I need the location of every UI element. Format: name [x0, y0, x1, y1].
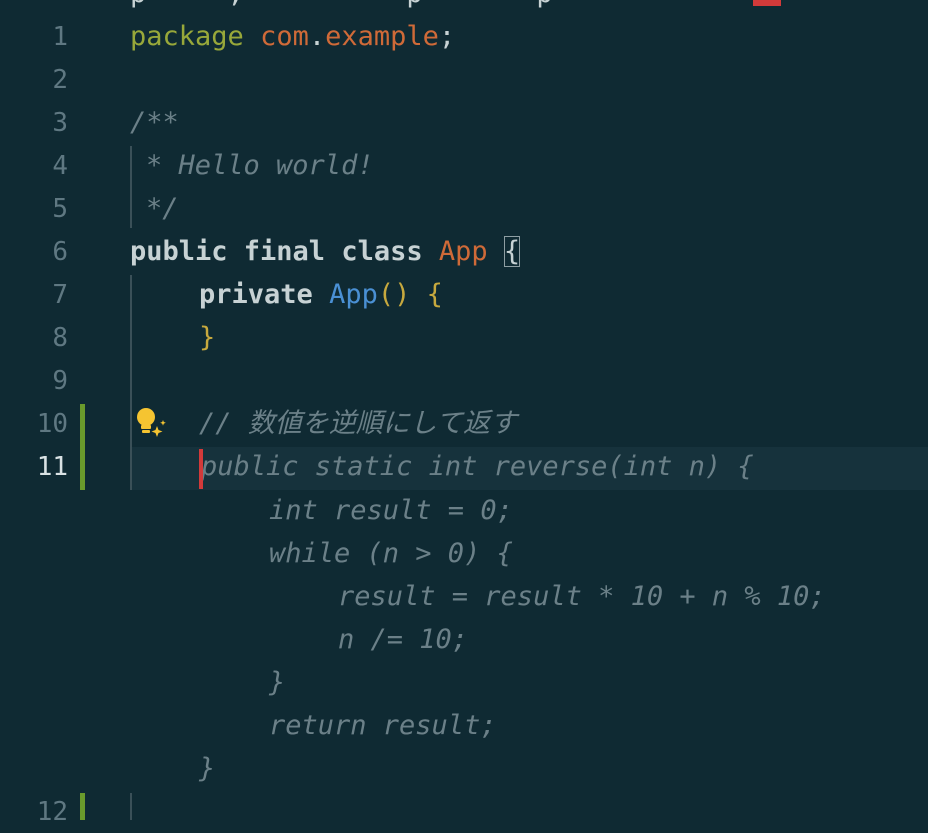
scrolled-off-line: p , p p	[130, 0, 601, 10]
code-text: package com.example;	[130, 21, 456, 52]
line-number: 4	[52, 151, 68, 181]
code-text: */	[146, 193, 179, 224]
line-number: 12	[36, 797, 68, 827]
code-text: public final class App {	[130, 236, 521, 267]
code-line-active[interactable]: 11 public static int reverse(int n) {	[0, 445, 928, 488]
line-number: 1	[52, 22, 68, 52]
code-line[interactable]: 2	[0, 58, 928, 101]
line-number: 9	[52, 366, 68, 396]
code-text: /**	[130, 107, 179, 138]
code-line[interactable]: 8 }	[0, 316, 928, 359]
code-line[interactable]: 9	[0, 359, 928, 402]
inline-suggestion[interactable]: n /= 10;	[338, 624, 468, 656]
text-cursor	[199, 449, 203, 489]
line-number: 2	[52, 65, 68, 95]
code-line[interactable]: 6 public final class App {	[0, 230, 928, 273]
line-number: 11	[36, 452, 68, 482]
code-text: private App() {	[199, 279, 443, 310]
code-line[interactable]: 1 package com.example;	[0, 15, 928, 58]
inline-suggestion[interactable]: }	[199, 753, 215, 785]
code-editor[interactable]: p , p p 1 package com.example; 2 3 /** 4…	[0, 0, 928, 827]
inline-suggestion[interactable]: }	[269, 667, 285, 699]
code-line[interactable]: 4 * Hello world!	[0, 144, 928, 187]
lightbulb-sparkle-icon[interactable]	[134, 406, 168, 440]
code-text: }	[199, 322, 216, 353]
line-number: 7	[52, 280, 68, 310]
inline-suggestion[interactable]: return result;	[269, 710, 497, 742]
code-comment: // 数値を逆順にして返す	[199, 408, 517, 439]
error-marker	[753, 0, 781, 6]
inline-suggestion[interactable]: public static int reverse(int n) {	[201, 451, 754, 483]
inline-suggestion[interactable]: result = result * 10 + n % 10;	[338, 581, 826, 613]
line-number: 5	[52, 194, 68, 224]
inline-suggestion[interactable]: while (n > 0) {	[269, 538, 513, 570]
inline-suggestion[interactable]: int result = 0;	[269, 495, 513, 527]
line-number: 10	[36, 409, 68, 439]
code-line[interactable]: 12	[0, 790, 928, 833]
code-text: * Hello world!	[146, 150, 374, 181]
line-number: 8	[52, 323, 68, 353]
code-line[interactable]: 3 /**	[0, 101, 928, 144]
code-line[interactable]: 5 */	[0, 187, 928, 230]
matched-brace: {	[503, 236, 521, 267]
line-number: 6	[52, 237, 68, 267]
code-line[interactable]: 7 private App() {	[0, 273, 928, 316]
line-number: 3	[52, 108, 68, 138]
